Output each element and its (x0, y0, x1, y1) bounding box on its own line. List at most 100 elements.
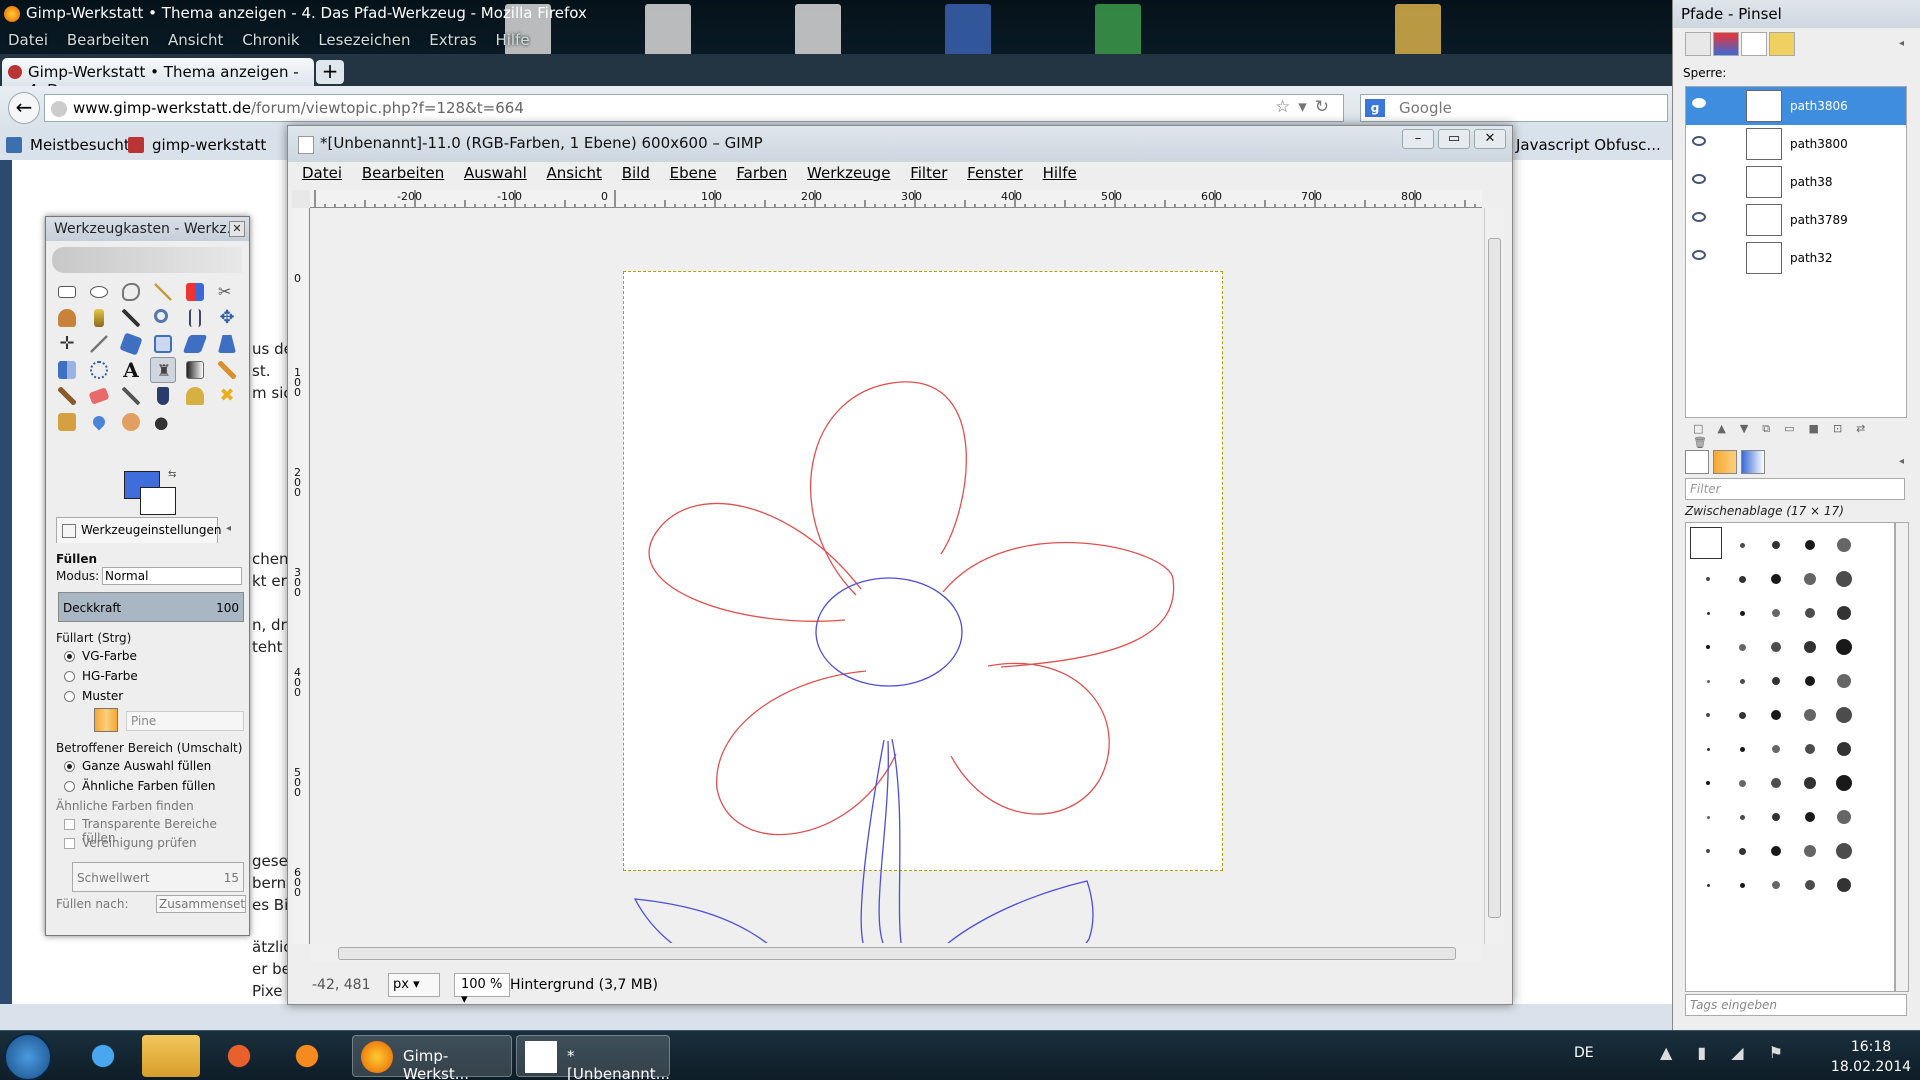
new-tab-button[interactable]: + (316, 60, 344, 84)
brush-preset[interactable] (1772, 609, 1780, 617)
quick-mask-corner[interactable] (292, 190, 310, 208)
perspective-clone-tool[interactable] (54, 409, 80, 435)
ellipse-select-tool[interactable] (86, 279, 112, 305)
menu-ebene[interactable]: Ebene (670, 164, 717, 182)
tags-input[interactable]: Tags eingeben (1685, 994, 1907, 1016)
tab-patterns[interactable] (1713, 450, 1737, 474)
brush-preset[interactable] (1772, 813, 1780, 821)
color-picker-tool[interactable] (118, 305, 144, 331)
airbrush-tool[interactable] (118, 383, 144, 409)
brush-preset[interactable] (1772, 881, 1780, 889)
url-bar[interactable]: www.gimp-werkstatt.de/forum/viewtopic.ph… (44, 94, 1344, 122)
rect-select-tool[interactable] (54, 279, 80, 305)
sample-merged-checkbox[interactable] (64, 838, 75, 849)
brush-preset[interactable] (1805, 676, 1815, 686)
brush-preset[interactable] (1706, 883, 1710, 887)
brush-preset[interactable] (1739, 746, 1745, 752)
brush-preset[interactable] (1706, 611, 1710, 615)
brush-preset[interactable] (1739, 610, 1745, 616)
pattern-swatch[interactable] (94, 708, 118, 732)
area-whole-radio[interactable] (64, 761, 75, 772)
fill-fg-radio[interactable] (64, 651, 75, 662)
zoom-select[interactable]: 100 % ▾ (454, 973, 510, 1007)
tab-menu-icon[interactable]: ◂ (1899, 456, 1904, 467)
brush-preset[interactable] (1738, 847, 1746, 855)
search-box[interactable]: g Google (1360, 94, 1668, 122)
brush-preset[interactable] (1836, 843, 1852, 859)
menu-chronik[interactable]: Chronik (242, 31, 299, 49)
scissors-tool[interactable]: ✂ (214, 279, 240, 305)
brush-preset[interactable] (1772, 745, 1780, 753)
free-select-tool[interactable] (118, 279, 144, 305)
eye-icon[interactable] (1692, 98, 1706, 108)
move-tool[interactable]: ✥ (214, 305, 240, 331)
tab-menu-icon[interactable]: ◂ (226, 523, 231, 534)
bookmark-star-icon[interactable]: ☆▾↻ (1275, 97, 1337, 117)
brush-preset[interactable] (1771, 710, 1781, 720)
flip-tool[interactable] (54, 357, 80, 383)
menu-ansicht[interactable]: Ansicht (547, 164, 602, 182)
zoom-tool[interactable] (150, 305, 176, 331)
menu-farben[interactable]: Farben (736, 164, 787, 182)
area-similar-radio[interactable] (64, 781, 75, 792)
minimize-button[interactable]: – (1402, 129, 1434, 149)
foreground-select-tool[interactable] (54, 305, 80, 331)
menu-ansicht[interactable]: Ansicht (168, 31, 223, 49)
menu-hilfe[interactable]: Hilfe (495, 31, 529, 49)
brush-preset[interactable] (1804, 641, 1816, 653)
crop-tool[interactable] (86, 331, 112, 357)
unit-select[interactable]: px ▾ (388, 973, 440, 997)
brush-preset[interactable] (1805, 880, 1815, 890)
vertical-scrollbar[interactable] (1484, 208, 1504, 944)
system-tray-icons[interactable]: ▲ ▮ ◢ ⚑ (1660, 1043, 1793, 1062)
tab-fg-bg[interactable] (1685, 450, 1709, 474)
menu-datei[interactable]: Datei (8, 31, 48, 49)
brush-preset[interactable] (1804, 573, 1816, 585)
menu-bearbeiten[interactable]: Bearbeiten (67, 31, 149, 49)
brush-preset[interactable] (1706, 849, 1710, 853)
fuzzy-select-tool[interactable] (150, 279, 176, 305)
eye-icon[interactable] (1692, 212, 1706, 222)
back-button[interactable]: ← (8, 92, 40, 124)
pencil-tool[interactable] (214, 357, 240, 383)
brush-preset[interactable] (1706, 679, 1710, 683)
bucket-fill-tool[interactable]: ♜ (150, 357, 176, 383)
menu-werkzeuge[interactable]: Werkzeuge (807, 164, 890, 182)
path-row[interactable]: path3806 (1686, 87, 1906, 125)
fill-bg-radio[interactable] (64, 671, 75, 682)
brush-preset[interactable] (1706, 815, 1710, 819)
background-color[interactable] (140, 487, 176, 515)
smudge-tool[interactable] (118, 409, 144, 435)
brush-preset[interactable] (1804, 777, 1816, 789)
brush-preset[interactable] (1739, 542, 1745, 548)
brush-clipboard[interactable] (1690, 527, 1722, 559)
paintbrush-tool[interactable] (54, 383, 80, 409)
maximize-button[interactable]: ▭ (1438, 129, 1470, 149)
brush-preset[interactable] (1772, 677, 1780, 685)
brush-preset[interactable] (1771, 574, 1781, 584)
brush-preset[interactable] (1772, 541, 1780, 549)
brush-preset[interactable] (1804, 845, 1816, 857)
brush-preset[interactable] (1739, 814, 1745, 820)
brush-preset[interactable] (1837, 674, 1851, 688)
brush-preset[interactable] (1837, 878, 1851, 892)
brush-preset[interactable] (1836, 571, 1852, 587)
brush-preset[interactable] (1837, 810, 1851, 824)
color-select-tool[interactable] (182, 279, 208, 305)
brush-filter-input[interactable]: Filter (1685, 478, 1905, 500)
brush-preset[interactable] (1837, 606, 1851, 620)
brush-preset[interactable] (1738, 711, 1746, 719)
brush-preset[interactable] (1771, 846, 1781, 856)
path-row[interactable]: path38 (1686, 163, 1906, 201)
scroll-thumb[interactable] (338, 947, 1456, 960)
eye-icon[interactable] (1692, 174, 1706, 184)
close-icon[interactable]: ✕ (229, 221, 245, 237)
brush-preset[interactable] (1805, 744, 1815, 754)
heal-tool[interactable]: ✖ (214, 383, 240, 409)
menu-auswahl[interactable]: Auswahl (464, 164, 527, 182)
brush-preset[interactable] (1738, 643, 1746, 651)
clock[interactable]: 16:18 18.02.2014 (1826, 1037, 1916, 1077)
brush-preset[interactable] (1706, 577, 1710, 581)
tab-menu-icon[interactable]: ◂ (1899, 38, 1904, 49)
fill-pattern-radio[interactable] (64, 691, 75, 702)
